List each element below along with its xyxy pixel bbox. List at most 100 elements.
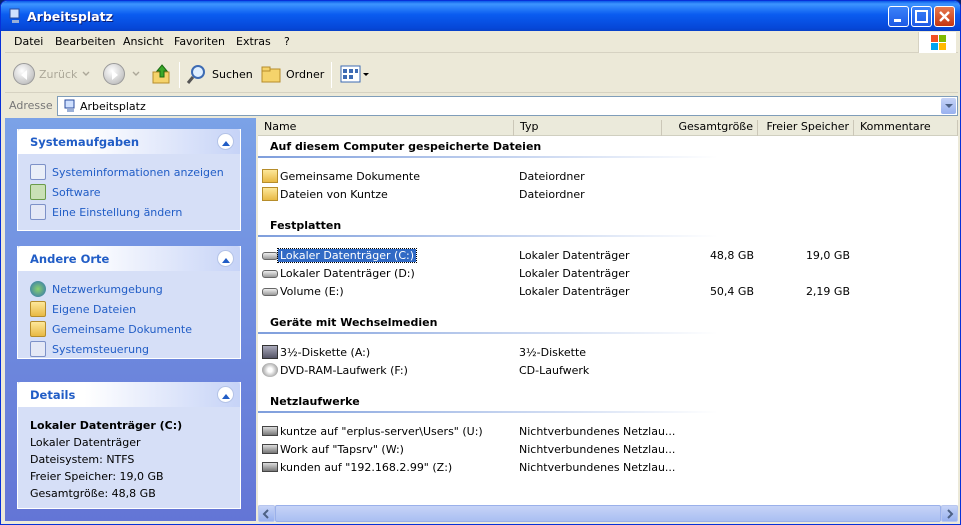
menu-datei[interactable]: Datei <box>14 35 43 48</box>
column-total-size[interactable]: Gesamtgröße <box>662 120 758 136</box>
menu-extras[interactable]: Extras <box>236 35 271 48</box>
item-name: kunden auf "192.168.2.99" (Z:) <box>280 461 453 474</box>
item-name: Gemeinsame Dokumente <box>280 170 420 183</box>
forward-button[interactable] <box>103 61 141 87</box>
scroll-left-button[interactable] <box>258 505 275 522</box>
places-list: Netzwerkumgebung Eigene Dateien Gemeinsa… <box>18 271 240 367</box>
item-total-size: 48,8 GB <box>709 249 754 262</box>
folder-icon <box>30 321 46 337</box>
computer-icon <box>63 99 77 113</box>
scroll-right-button[interactable] <box>941 505 958 522</box>
menu-bearbeiten[interactable]: Bearbeiten <box>55 35 115 48</box>
list-item[interactable]: Work auf "Tapsrv" (W:) Nichtverbundenes N… <box>260 441 958 459</box>
place-label: Eigene Dateien <box>52 302 137 316</box>
place-shared-documents[interactable]: Gemeinsame Dokumente <box>30 319 228 339</box>
panel-header[interactable]: Details <box>18 382 240 407</box>
task-change-setting[interactable]: Eine Einstellung ändern <box>30 202 228 222</box>
place-label: Netzwerkumgebung <box>52 282 163 296</box>
place-network[interactable]: Netzwerkumgebung <box>30 279 228 299</box>
other-places-panel: Andere Orte Netzwerkumgebung Eigene Date… <box>17 246 241 359</box>
item-name: DVD-RAM-Laufwerk (F:) <box>280 364 408 377</box>
collapse-icon[interactable] <box>217 133 234 150</box>
list-item[interactable]: Dateien von Kuntze Dateiordner <box>260 186 958 204</box>
item-type: Lokaler Datenträger <box>519 249 630 262</box>
column-name[interactable]: Name <box>258 120 514 136</box>
group-header: Auf diesem Computer gespeicherte Dateien <box>270 140 542 153</box>
list-item[interactable]: kuntze auf "erplus-server\Users" (U:) Nic… <box>260 423 958 441</box>
column-free-space[interactable]: Freier Speicher <box>758 120 854 136</box>
item-type: CD-Laufwerk <box>519 364 590 377</box>
list-item[interactable]: Lokaler Datenträger (D:) Lokaler Datenträ… <box>260 265 958 283</box>
menu-bar: Datei Bearbeiten Ansicht Favoriten Extra… <box>5 32 958 53</box>
maximize-button[interactable] <box>911 6 932 27</box>
list-item[interactable]: Gemeinsame Dokumente Dateiordner <box>260 168 958 186</box>
list-item[interactable]: DVD-RAM-Laufwerk (F:) CD-Laufwerk <box>260 362 958 380</box>
item-name: Dateien von Kuntze <box>280 188 388 201</box>
horizontal-scrollbar[interactable] <box>258 505 958 522</box>
collapse-icon[interactable] <box>217 250 234 267</box>
item-type: Lokaler Datenträger <box>519 285 630 298</box>
place-control-panel[interactable]: Systemsteuerung <box>30 339 228 359</box>
group-divider <box>258 332 718 334</box>
address-value: Arbeitsplatz <box>80 100 146 113</box>
title-bar[interactable]: Arbeitsplatz <box>1 1 960 31</box>
network-drive-icon <box>262 426 278 436</box>
item-name: kuntze auf "erplus-server\Users" (U:) <box>280 425 483 438</box>
details-name: Lokaler Datenträger (C:) <box>30 419 183 432</box>
scroll-thumb[interactable] <box>275 505 941 522</box>
up-folder-button[interactable] <box>151 61 173 87</box>
item-type: Nichtverbundenes Netzlau... <box>519 443 676 456</box>
views-button[interactable] <box>339 61 369 87</box>
system-tasks-panel: Systemaufgaben Systeminformationen anzei… <box>17 129 241 231</box>
explorer-window: Arbeitsplatz Datei Bearbeiten Ansicht Fa… <box>0 0 961 525</box>
list-item[interactable]: 3½-Diskette (A:) 3½-Diskette <box>260 344 958 362</box>
close-button[interactable] <box>934 6 955 27</box>
address-field[interactable]: Arbeitsplatz <box>57 96 958 116</box>
task-software[interactable]: Software <box>30 182 228 202</box>
panel-title: Systemaufgaben <box>30 135 140 149</box>
collapse-icon[interactable] <box>217 386 234 403</box>
item-type: Dateiordner <box>519 170 585 183</box>
hard-drive-icon <box>262 270 278 278</box>
item-name: 3½-Diskette (A:) <box>280 346 371 359</box>
list-item[interactable]: Lokaler Datenträger (C:) Lokaler Datenträ… <box>260 247 958 265</box>
panel-header[interactable]: Systemaufgaben <box>18 129 240 154</box>
network-drive-icon <box>262 444 278 454</box>
task-label: Eine Einstellung ändern <box>52 205 183 219</box>
folders-label: Ordner <box>286 67 325 81</box>
place-label: Systemsteuerung <box>52 342 150 356</box>
address-dropdown-button[interactable] <box>941 98 956 114</box>
control-panel-icon <box>30 204 46 220</box>
menu-help[interactable]: ? <box>284 35 290 48</box>
group-header: Festplatten <box>270 219 342 232</box>
folders-button[interactable]: Ordner <box>260 61 324 87</box>
back-arrow-icon <box>13 63 35 85</box>
panel-header[interactable]: Andere Orte <box>18 246 240 271</box>
group-divider <box>258 156 718 158</box>
details-filesystem: Dateisystem: NTFS <box>30 453 135 466</box>
place-my-documents[interactable]: Eigene Dateien <box>30 299 228 319</box>
menu-favoriten[interactable]: Favoriten <box>174 35 225 48</box>
column-comments[interactable]: Kommentare <box>854 120 958 136</box>
minimize-button[interactable] <box>888 6 909 27</box>
list-item[interactable]: kunden auf "192.168.2.99" (Z:) Nichtverbu… <box>260 459 958 477</box>
list-item[interactable]: Volume (E:) Lokaler Datenträger 50,4 GB 2,1… <box>260 283 958 301</box>
chevron-down-icon <box>132 71 140 76</box>
details-type: Lokaler Datenträger <box>30 436 141 449</box>
toolbar-separator <box>179 62 180 88</box>
chevron-down-icon <box>82 71 90 76</box>
network-icon <box>30 281 46 297</box>
back-button[interactable]: Zurück <box>13 61 91 87</box>
toolbar-separator <box>331 62 332 88</box>
menu-ansicht[interactable]: Ansicht <box>123 35 164 48</box>
views-icon <box>340 65 369 83</box>
item-free-space: 2,19 GB <box>805 285 850 298</box>
panel-title: Andere Orte <box>30 252 110 266</box>
address-label: Adresse <box>9 99 53 112</box>
column-type[interactable]: Typ <box>514 120 662 136</box>
address-bar: Adresse Arbeitsplatz <box>5 95 958 117</box>
search-button[interactable]: Suchen <box>186 61 253 87</box>
folder-icon <box>30 301 46 317</box>
group-header: Geräte mit Wechselmedien <box>270 316 438 329</box>
task-system-info[interactable]: Systeminformationen anzeigen <box>30 162 228 182</box>
